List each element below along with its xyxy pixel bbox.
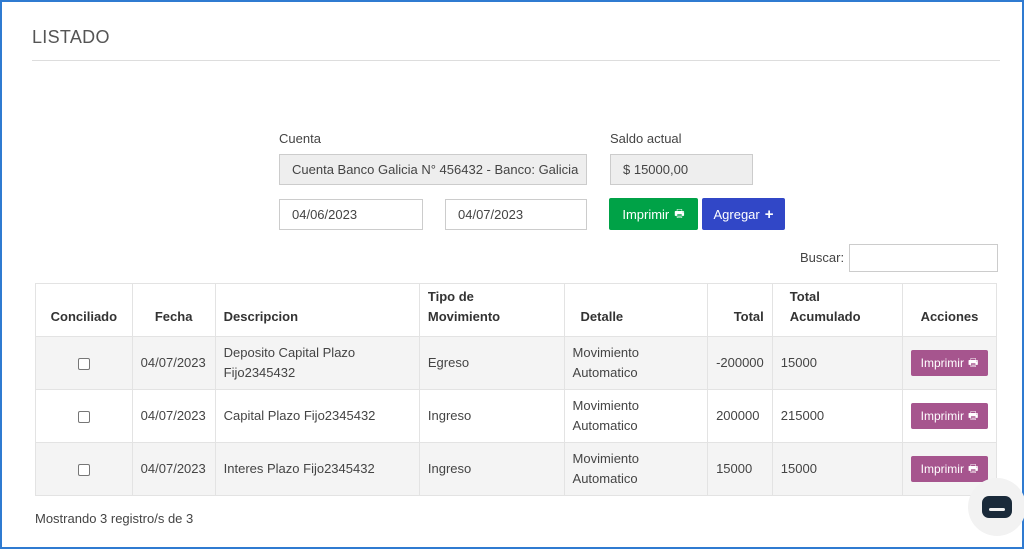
descripcion-cell: Deposito Capital Plazo Fijo2345432 bbox=[214, 336, 420, 390]
total-cell: 200000 bbox=[707, 389, 773, 443]
tipo-cell: Ingreso bbox=[418, 389, 565, 443]
col-tipo-movimiento[interactable]: Tipo de Movimiento bbox=[418, 283, 565, 337]
conciliado-checkbox[interactable] bbox=[77, 357, 90, 370]
fecha-cell: 04/07/2023 bbox=[131, 389, 216, 443]
table-header-row: Conciliado Fecha Descripcion Tipo de Movi… bbox=[35, 283, 998, 337]
saldo-field: $ 15000,00 bbox=[610, 154, 753, 185]
total-cell: -200000 bbox=[707, 336, 773, 390]
search-label: Buscar: bbox=[800, 250, 845, 265]
fecha-hasta-input[interactable]: 04/07/2023 bbox=[445, 199, 587, 230]
col-acum-line1: Total bbox=[789, 289, 820, 304]
desc-line2: Fijo2345432 bbox=[223, 365, 296, 380]
detalle-cell: Movimiento Automatico bbox=[563, 389, 709, 443]
page-title: LISTADO bbox=[32, 27, 110, 47]
title-divider bbox=[32, 60, 1000, 61]
total-cell: 15000 bbox=[707, 442, 773, 496]
col-total[interactable]: Total bbox=[707, 283, 773, 337]
app-frame: LISTADO Cuenta Cuenta Banco Galicia N° 4… bbox=[0, 0, 1024, 549]
agregar-button-label: Agregar bbox=[713, 206, 760, 222]
descripcion-cell: Capital Plazo Fijo2345432 bbox=[214, 389, 420, 443]
conciliado-checkbox[interactable] bbox=[77, 410, 90, 423]
acumulado-cell: 215000 bbox=[771, 389, 903, 443]
col-acum-line2: Acumulado bbox=[789, 309, 861, 324]
movimientos-table: Conciliado Fecha Descripcion Tipo de Movi… bbox=[35, 283, 998, 496]
acciones-cell: Imprimir 🖶 bbox=[901, 336, 998, 390]
detalle-cell: Movimiento Automatico bbox=[563, 442, 709, 496]
acumulado-cell: 15000 bbox=[771, 442, 903, 496]
descripcion-cell: Interes Plazo Fijo2345432 bbox=[214, 442, 420, 496]
fecha-desde-input[interactable]: 04/06/2023 bbox=[279, 199, 423, 230]
det-line1: Movimiento bbox=[572, 345, 639, 360]
col-tipo-line1: Tipo de bbox=[427, 289, 474, 304]
printer-icon: 🖶 bbox=[967, 409, 979, 422]
col-detalle[interactable]: Detalle bbox=[563, 283, 709, 337]
det-line1: Movimiento bbox=[572, 451, 639, 466]
row-imprimir-button[interactable]: Imprimir 🖶 bbox=[910, 456, 988, 482]
tipo-cell: Ingreso bbox=[418, 442, 565, 496]
conciliado-cell bbox=[35, 336, 133, 390]
col-acciones: Acciones bbox=[901, 283, 998, 337]
col-total-acumulado[interactable]: Total Acumulado bbox=[771, 283, 903, 337]
table-row: 04/07/2023 Deposito Capital Plazo Fijo234… bbox=[35, 336, 998, 390]
row-imprimir-button[interactable]: Imprimir 🖶 bbox=[910, 350, 988, 376]
row-imprimir-label: Imprimir bbox=[920, 462, 964, 476]
table-row: 04/07/2023 Capital Plazo Fijo2345432 Ing… bbox=[35, 389, 998, 443]
col-tipo-line2: Movimiento bbox=[427, 309, 501, 324]
cuenta-field[interactable]: Cuenta Banco Galicia N° 456432 - Banco: … bbox=[279, 154, 587, 185]
det-line1: Movimiento bbox=[572, 398, 639, 413]
det-line2: Automatico bbox=[572, 471, 638, 486]
desc-line1: Deposito Capital Plazo bbox=[223, 345, 356, 360]
detalle-cell: Movimiento Automatico bbox=[563, 336, 709, 390]
plus-icon: + bbox=[764, 205, 774, 223]
printer-icon: 🖶 bbox=[674, 207, 685, 220]
row-imprimir-button[interactable]: Imprimir 🖶 bbox=[910, 403, 988, 429]
imprimir-button-label: Imprimir bbox=[622, 206, 670, 222]
fecha-cell: 04/07/2023 bbox=[131, 336, 216, 390]
table-row: 04/07/2023 Interes Plazo Fijo2345432 Ing… bbox=[35, 442, 998, 496]
printer-icon: 🖶 bbox=[967, 462, 979, 475]
chat-widget-button[interactable] bbox=[968, 478, 1024, 536]
conciliado-checkbox[interactable] bbox=[77, 463, 90, 476]
acumulado-cell: 15000 bbox=[771, 336, 903, 390]
chat-icon bbox=[982, 496, 1012, 518]
conciliado-cell bbox=[35, 389, 133, 443]
row-imprimir-label: Imprimir bbox=[920, 409, 964, 423]
det-line2: Automatico bbox=[572, 418, 638, 433]
col-conciliado[interactable]: Conciliado bbox=[35, 283, 133, 337]
search-input[interactable] bbox=[849, 244, 998, 272]
imprimir-button[interactable]: Imprimir 🖶 bbox=[609, 198, 698, 230]
records-summary: Mostrando 3 registro/s de 3 bbox=[35, 511, 194, 526]
printer-icon: 🖶 bbox=[967, 356, 979, 369]
saldo-label: Saldo actual bbox=[610, 131, 682, 146]
tipo-cell: Egreso bbox=[418, 336, 565, 390]
agregar-button[interactable]: Agregar + bbox=[702, 198, 785, 230]
cuenta-label: Cuenta bbox=[279, 131, 321, 146]
col-descripcion[interactable]: Descripcion bbox=[214, 283, 420, 337]
fecha-cell: 04/07/2023 bbox=[131, 442, 216, 496]
row-imprimir-label: Imprimir bbox=[920, 356, 964, 370]
acciones-cell: Imprimir 🖶 bbox=[901, 389, 998, 443]
conciliado-cell bbox=[35, 442, 133, 496]
col-fecha[interactable]: Fecha bbox=[131, 283, 216, 337]
det-line2: Automatico bbox=[572, 365, 638, 380]
